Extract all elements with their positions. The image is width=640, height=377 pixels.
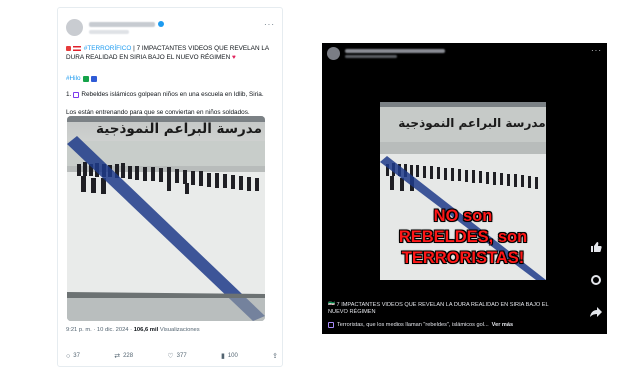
- heart-emoji-icon: ♥: [231, 53, 236, 61]
- fb-video[interactable]: مدرسة البراعم النموذجية NO son REBELDES,…: [380, 102, 546, 280]
- blurred-display-name[interactable]: [89, 21, 155, 27]
- fb-caption-line-3: Terroristas, que los medios llaman "rebe…: [337, 322, 489, 328]
- item-text: Rebeldes islámicos golpean niños en una …: [81, 91, 264, 98]
- like-fb-icon: [591, 242, 602, 252]
- fb-more-icon[interactable]: ···: [591, 46, 602, 55]
- fb-blurred-name[interactable]: [345, 49, 445, 53]
- fb-comment-button[interactable]: [590, 274, 602, 286]
- share-button[interactable]: ⇪: [272, 352, 278, 360]
- tweet-actions: ○ 37 ⇄ 228 ♡ 377 ▮ 100 ⇪: [66, 352, 278, 361]
- avatar[interactable]: [66, 19, 83, 36]
- thread-hashtag[interactable]: #Hilo: [66, 75, 81, 82]
- views-button[interactable]: ▮ 100: [221, 352, 238, 360]
- tweet-card: ··· #TERRORÍFICO | 7 IMPACTANTES VIDEOS …: [57, 7, 283, 367]
- fb-caption-line-2: NUEVO RÉGIMEN: [328, 309, 376, 316]
- fb-avatar[interactable]: [327, 47, 340, 60]
- down-arrow-emoji-icon: [82, 75, 89, 82]
- fb-header: [327, 47, 445, 60]
- flag-icon: [73, 45, 81, 51]
- reply-icon: ○: [66, 352, 71, 360]
- more-options-icon[interactable]: ···: [264, 20, 275, 29]
- fb-caption-secondary: Terroristas, que los medios llaman "rebe…: [328, 322, 603, 328]
- alarm-emoji-icon: [66, 45, 71, 51]
- video-frame: مدرسة البراعم النموذجية: [67, 116, 265, 321]
- fb-caption: 🇸🇾 7 IMPACTANTES VIDEOS QUE REVELAN LA D…: [328, 302, 603, 316]
- overlay-line-2: REBELDES, son: [398, 228, 528, 246]
- cyclone-emoji-icon: [328, 322, 334, 328]
- thread-marker: #Hilo: [66, 75, 97, 82]
- repost-icon: ⇄: [114, 353, 121, 360]
- item-number: 1.: [66, 91, 72, 98]
- school-sign-text: مدرسة البراعم النموذجية: [96, 121, 262, 137]
- verified-badge-icon: [158, 21, 164, 27]
- tweet-timestamp[interactable]: 9:21 p. m. · 10 dic. 2024 ·: [66, 327, 132, 333]
- tweet-video[interactable]: مدرسة البراعم النموذجية: [67, 116, 265, 321]
- fb-like-button[interactable]: [590, 241, 602, 253]
- reply-button[interactable]: ○ 37: [66, 352, 80, 360]
- overlay-line-1: NO son: [433, 207, 493, 225]
- item-text-continued: Los están entrenando para que se convier…: [66, 109, 250, 116]
- repost-button[interactable]: ⇄ 228: [114, 352, 133, 360]
- tweet-header: [66, 19, 164, 36]
- fb-text-overlay: NO son REBELDES, son TERRORISTAS!: [380, 206, 546, 269]
- syria-flag-icon: 🇸🇾: [328, 302, 335, 308]
- tweet-headline: #TERRORÍFICO | 7 IMPACTANTES VIDEOS QUE …: [66, 45, 278, 62]
- views-count: 106,6 mil: [133, 327, 159, 333]
- blurred-handle[interactable]: [89, 30, 129, 34]
- share-icon: ⇪: [272, 353, 278, 360]
- overlay-line-3: TERRORISTAS!: [401, 249, 525, 267]
- cyclone-emoji-icon: [73, 91, 80, 98]
- fb-school-sign-text: مدرسة البراعم النموذجية: [398, 116, 545, 131]
- like-icon: ♡: [167, 353, 174, 360]
- like-button[interactable]: ♡ 377: [167, 352, 186, 360]
- see-more-link[interactable]: Ver más: [492, 322, 513, 328]
- facebook-post: ··· مدرسة البراعم النموذجية NO son REBEL…: [322, 43, 607, 334]
- views-label: Visualizaciones: [159, 327, 200, 333]
- thread-item: 1. Rebeldes islámicos golpean niños en u…: [66, 91, 264, 98]
- fb-blurred-meta: [345, 55, 397, 58]
- thread-emoji-icon: [90, 75, 97, 82]
- fb-caption-line-1: 7 IMPACTANTES VIDEOS QUE REVELAN LA DURA…: [336, 302, 549, 308]
- tweet-meta: 9:21 p. m. · 10 dic. 2024 · 106,6 mil Vi…: [66, 327, 200, 333]
- views-icon: ▮: [220, 353, 225, 360]
- comparison-screenshot: ··· #TERRORÍFICO | 7 IMPACTANTES VIDEOS …: [0, 0, 640, 377]
- hashtag-link[interactable]: #TERRORÍFICO: [84, 45, 132, 52]
- comment-fb-icon: [591, 275, 601, 285]
